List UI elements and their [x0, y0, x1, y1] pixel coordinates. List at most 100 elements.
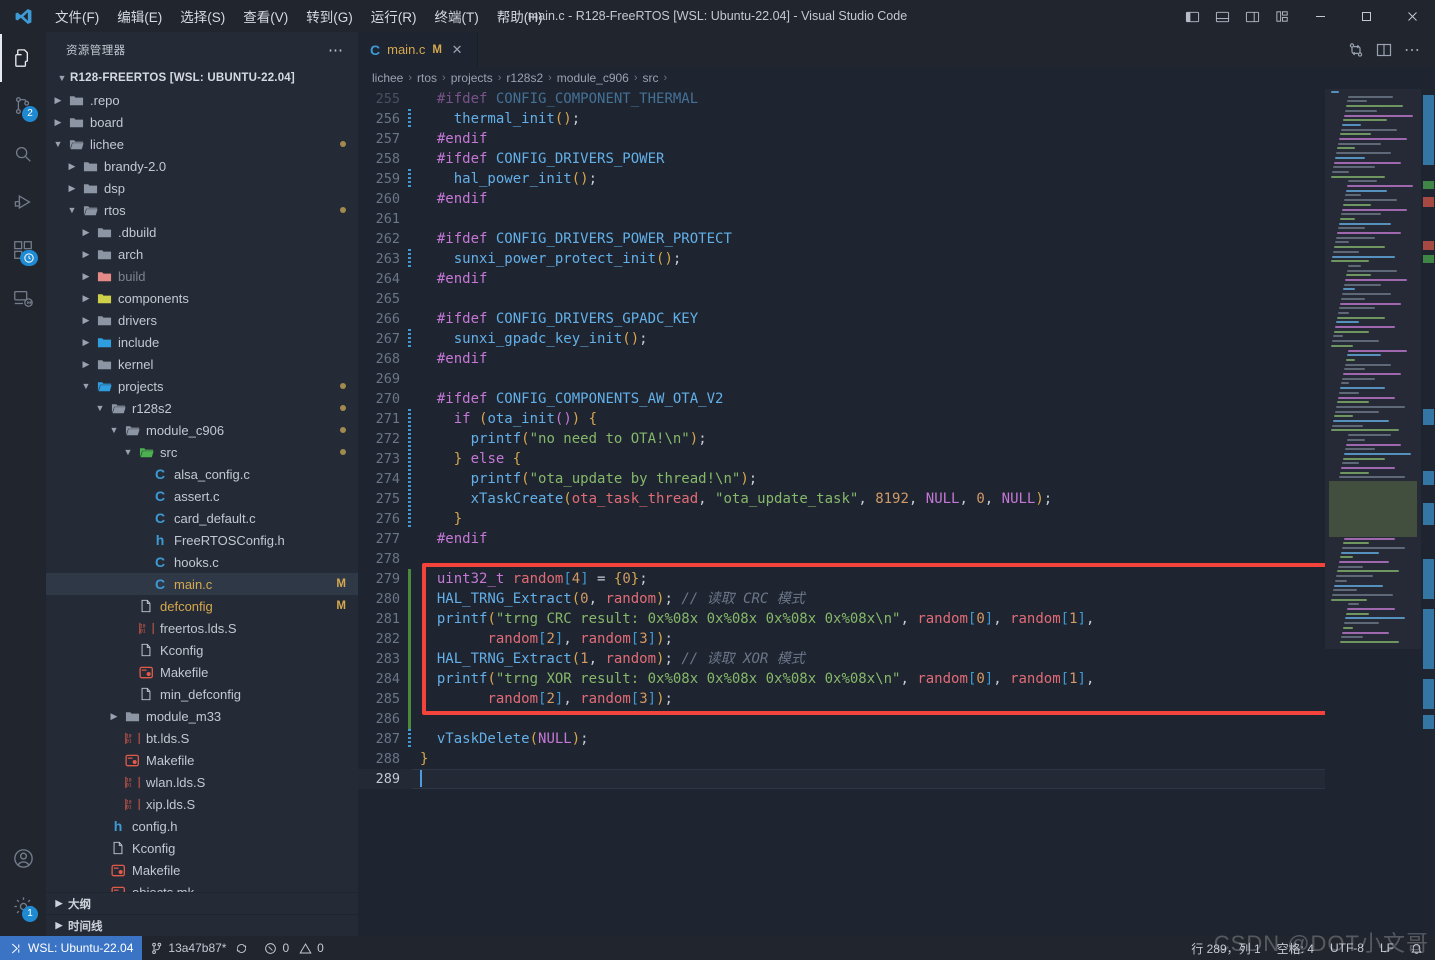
tree-file-row[interactable]: Makefile — [46, 859, 358, 881]
chevron-right-icon[interactable]: ▶ — [50, 117, 66, 128]
menu-file[interactable]: 文件(F) — [46, 2, 108, 30]
tree-folder-row[interactable]: ▶.repo — [46, 89, 358, 111]
status-problems[interactable]: 0 0 — [256, 936, 331, 960]
chevron-right-icon[interactable]: ▶ — [64, 183, 80, 194]
code-line[interactable]: 274 printf("ota_update by thread!\n"); — [358, 469, 1325, 489]
tree-file-row[interactable]: Calsa_config.c — [46, 463, 358, 485]
chevron-right-icon[interactable]: ▶ — [78, 293, 94, 304]
tree-file-row[interactable]: 1001freertos.lds.S — [46, 617, 358, 639]
tree-folder-row[interactable]: ▶drivers — [46, 309, 358, 331]
code-line[interactable]: 273 } else { — [358, 449, 1325, 469]
code-line[interactable]: 266 #ifdef CONFIG_DRIVERS_GPADC_KEY — [358, 309, 1325, 329]
chevron-down-icon[interactable]: ▼ — [120, 447, 136, 457]
tree-file-row[interactable]: Kconfig — [46, 837, 358, 859]
activity-remote-explorer[interactable] — [0, 274, 46, 322]
tree-file-row[interactable]: 1001bt.lds.S — [46, 727, 358, 749]
code-line[interactable]: 260 #endif — [358, 189, 1325, 209]
customize-layout-icon[interactable] — [1267, 0, 1297, 32]
menu-help[interactable]: 帮助(H) — [488, 2, 552, 30]
chevron-right-icon[interactable]: ▶ — [78, 315, 94, 326]
minimap[interactable] — [1325, 89, 1435, 936]
status-encoding[interactable]: UTF-8 — [1322, 936, 1372, 960]
breadcrumb-item[interactable]: module_c906 — [557, 71, 629, 85]
tree-folder-row[interactable]: ▶dsp — [46, 177, 358, 199]
tab-close-icon[interactable]: ✕ — [449, 42, 465, 58]
code-line[interactable]: 256 thermal_init(); — [358, 109, 1325, 129]
sidebar-section-outline[interactable]: ▶ 大纲 — [46, 892, 358, 914]
breadcrumb-item[interactable]: projects — [451, 71, 493, 85]
toggle-secondary-sidebar-icon[interactable] — [1237, 0, 1267, 32]
sidebar-section-timeline[interactable]: ▶ 时间线 — [46, 914, 358, 936]
code-line[interactable]: 269 — [358, 369, 1325, 389]
minimize-button[interactable] — [1297, 0, 1343, 32]
tree-folder-row[interactable]: ▶module_m33 — [46, 705, 358, 727]
breadcrumb-item[interactable]: src — [643, 71, 659, 85]
chevron-down-icon[interactable]: ▼ — [78, 381, 94, 391]
code-line[interactable]: 289 — [358, 769, 1325, 789]
menu-run[interactable]: 运行(R) — [362, 2, 426, 30]
code-line[interactable]: 275 xTaskCreate(ota_task_thread, "ota_up… — [358, 489, 1325, 509]
code-line[interactable]: 255 #ifdef CONFIG_COMPONENT_THERMAL — [358, 89, 1325, 109]
menu-terminal[interactable]: 终端(T) — [426, 2, 488, 30]
tree-file-row[interactable]: min_defconfig — [46, 683, 358, 705]
menu-bar[interactable]: 文件(F) 编辑(E) 选择(S) 查看(V) 转到(G) 运行(R) 终端(T… — [46, 2, 552, 30]
tree-file-row[interactable]: hFreeRTOSConfig.h — [46, 529, 358, 551]
code-line[interactable]: 261 — [358, 209, 1325, 229]
tree-folder-row[interactable]: ▶build — [46, 265, 358, 287]
tree-folder-row[interactable]: ▶arch — [46, 243, 358, 265]
tree-folder-row[interactable]: ▶components — [46, 287, 358, 309]
code-line[interactable]: 276 } — [358, 509, 1325, 529]
code-line[interactable]: 284 printf("trng XOR result: 0x%08x 0x%0… — [358, 669, 1325, 689]
tree-file-row[interactable]: objects.mk — [46, 881, 358, 892]
tree-file-row[interactable]: Kconfig — [46, 639, 358, 661]
code-line[interactable]: 283 HAL_TRNG_Extract(1, random); // 读取 X… — [358, 649, 1325, 669]
chevron-right-icon[interactable]: ▶ — [106, 711, 122, 722]
chevron-down-icon[interactable]: ▼ — [92, 403, 108, 413]
code-line[interactable]: 258 #ifdef CONFIG_DRIVERS_POWER — [358, 149, 1325, 169]
code-line[interactable]: 263 sunxi_power_protect_init(); — [358, 249, 1325, 269]
status-notifications[interactable] — [1402, 936, 1435, 960]
tree-folder-row[interactable]: ▼src — [46, 441, 358, 463]
tree-file-row[interactable]: defconfigM — [46, 595, 358, 617]
code-scroll-area[interactable]: 255 #ifdef CONFIG_COMPONENT_THERMAL256 t… — [358, 89, 1325, 936]
code-line[interactable]: 282 random[2], random[3]); — [358, 629, 1325, 649]
code-line[interactable]: 285 random[2], random[3]); — [358, 689, 1325, 709]
tree-file-row[interactable]: 1001wlan.lds.S — [46, 771, 358, 793]
breadcrumb-item[interactable]: lichee — [372, 71, 403, 85]
code-line[interactable]: 270 #ifdef CONFIG_COMPONENTS_AW_OTA_V2 — [358, 389, 1325, 409]
tree-folder-row[interactable]: ▼module_c906 — [46, 419, 358, 441]
status-eol[interactable]: LF — [1372, 936, 1402, 960]
code-line[interactable]: 286 — [358, 709, 1325, 729]
tree-folder-row[interactable]: ▶board — [46, 111, 358, 133]
code-line[interactable]: 259 hal_power_init(); — [358, 169, 1325, 189]
tree-file-row[interactable]: Ccard_default.c — [46, 507, 358, 529]
breadcrumb[interactable]: lichee›rtos›projects›r128s2›module_c906›… — [358, 67, 1435, 89]
code-line[interactable]: 264 #endif — [358, 269, 1325, 289]
workspace-root-row[interactable]: ▼ R128-FREERTOS [WSL: UBUNTU-22.04] — [46, 67, 358, 89]
toggle-panel-icon[interactable] — [1207, 0, 1237, 32]
chevron-right-icon[interactable]: ▶ — [64, 161, 80, 172]
tree-file-row[interactable]: Makefile — [46, 661, 358, 683]
activity-source-control[interactable]: 2 — [0, 82, 46, 130]
menu-view[interactable]: 查看(V) — [234, 2, 297, 30]
code-line[interactable]: 278 — [358, 549, 1325, 569]
code-line[interactable]: 267 sunxi_gpadc_key_init(); — [358, 329, 1325, 349]
tree-folder-row[interactable]: ▶brandy-2.0 — [46, 155, 358, 177]
activity-search[interactable] — [0, 130, 46, 178]
status-branch[interactable]: 13a47b87* — [142, 936, 256, 960]
tree-file-row[interactable]: hconfig.h — [46, 815, 358, 837]
toggle-primary-sidebar-icon[interactable] — [1177, 0, 1207, 32]
tree-file-row[interactable]: Cmain.cM — [46, 573, 358, 595]
split-editor-icon[interactable] — [1371, 37, 1397, 63]
status-cursor-position[interactable]: 行 289，列 1 — [1183, 936, 1268, 960]
chevron-down-icon[interactable]: ▼ — [64, 205, 80, 215]
activity-account[interactable] — [0, 834, 46, 882]
menu-go[interactable]: 转到(G) — [297, 2, 362, 30]
menu-selection[interactable]: 选择(S) — [171, 2, 234, 30]
code-line[interactable]: 268 #endif — [358, 349, 1325, 369]
activity-explorer[interactable] — [0, 34, 46, 82]
tree-folder-row[interactable]: ▼r128s2 — [46, 397, 358, 419]
code-line[interactable]: 271 if (ota_init()) { — [358, 409, 1325, 429]
code-line[interactable]: 287 vTaskDelete(NULL); — [358, 729, 1325, 749]
breadcrumb-item[interactable]: r128s2 — [506, 71, 543, 85]
